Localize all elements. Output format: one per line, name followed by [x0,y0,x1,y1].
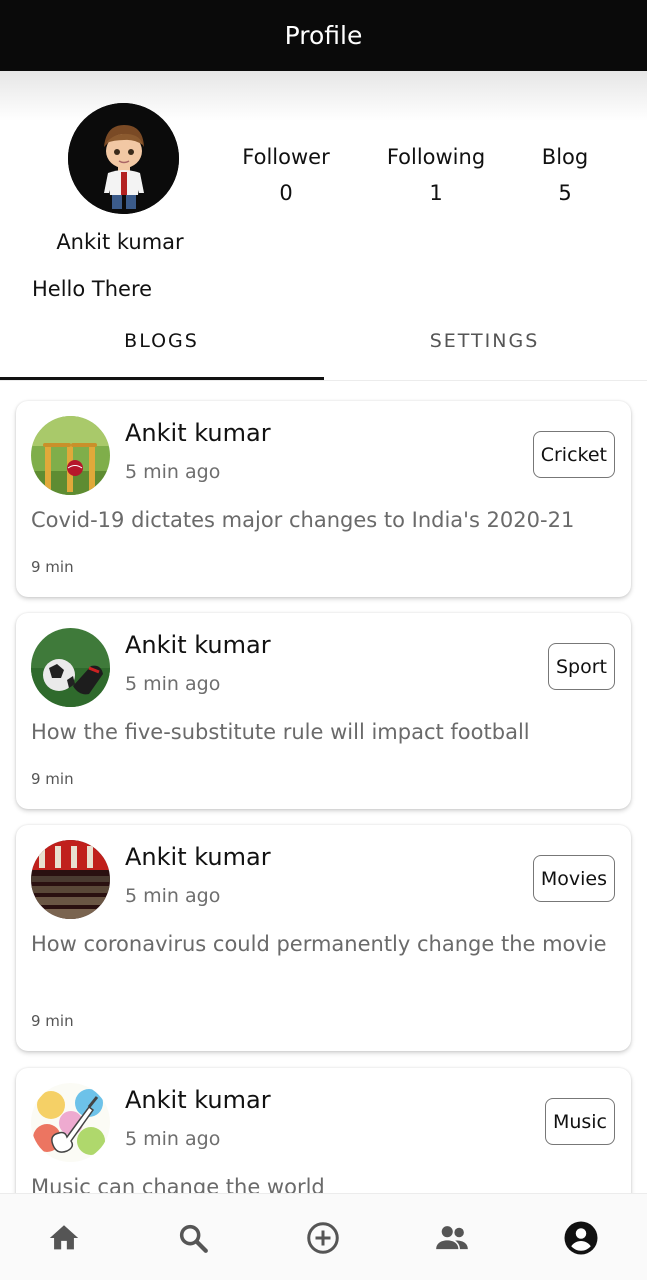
people-icon[interactable] [432,1218,472,1258]
add-circle-icon[interactable] [303,1218,343,1258]
home-icon[interactable] [44,1218,84,1258]
blog-card[interactable]: Ankit kumar 5 min ago Sport How the five… [16,613,631,809]
stat-following[interactable]: Following 1 [366,145,506,205]
profile-name: Ankit kumar [56,230,184,254]
stat-value: 1 [429,181,443,205]
stat-follower[interactable]: Follower 0 [216,145,356,205]
post-time: 5 min ago [125,461,221,483]
category-chip[interactable]: Cricket [532,431,615,478]
read-time: 9 min [31,1012,74,1030]
read-time: 9 min [31,770,74,788]
search-icon[interactable] [173,1218,213,1258]
tab-blogs[interactable]: BLOGS [0,330,323,352]
post-author: Ankit kumar [125,631,271,659]
read-time: 9 min [31,558,74,576]
profile-bio: Hello There [32,277,153,301]
profile-avatar[interactable] [68,103,179,214]
stat-value: 0 [279,181,293,205]
cinema-hall-image [31,840,110,919]
stat-blog[interactable]: Blog 5 [495,145,635,205]
blog-card[interactable]: Ankit kumar 5 min ago Movies How coronav… [16,825,631,1051]
account-circle-icon[interactable] [561,1218,601,1258]
category-chip[interactable]: Music [544,1098,615,1145]
post-author: Ankit kumar [125,843,271,871]
page-title: Profile [284,21,363,50]
tab-settings[interactable]: SETTINGS [323,330,646,352]
stat-value: 5 [558,181,572,205]
cricket-stumps-image [31,416,110,495]
post-author: Ankit kumar [125,419,271,447]
category-chip[interactable]: Movies [532,855,615,902]
stat-label: Blog [541,145,589,169]
bottom-nav [0,1193,647,1280]
post-time: 5 min ago [125,1128,221,1150]
post-title: How the five-substitute rule will impact… [31,720,530,744]
football-boots-image [31,628,110,707]
stat-label: Following [386,145,486,169]
tab-divider [0,380,647,381]
stat-label: Follower [242,145,330,169]
post-title: Covid-19 dictates major changes to India… [31,508,575,532]
post-author: Ankit kumar [125,1086,271,1114]
blog-card[interactable]: Ankit kumar 5 min ago Cricket Covid-19 d… [16,401,631,597]
post-time: 5 min ago [125,673,221,695]
post-title: How coronavirus could permanently change… [31,932,607,956]
post-time: 5 min ago [125,885,221,907]
category-chip[interactable]: Sport [547,643,615,690]
app-bar: Profile [0,0,647,71]
guitar-splash-image [31,1083,110,1162]
